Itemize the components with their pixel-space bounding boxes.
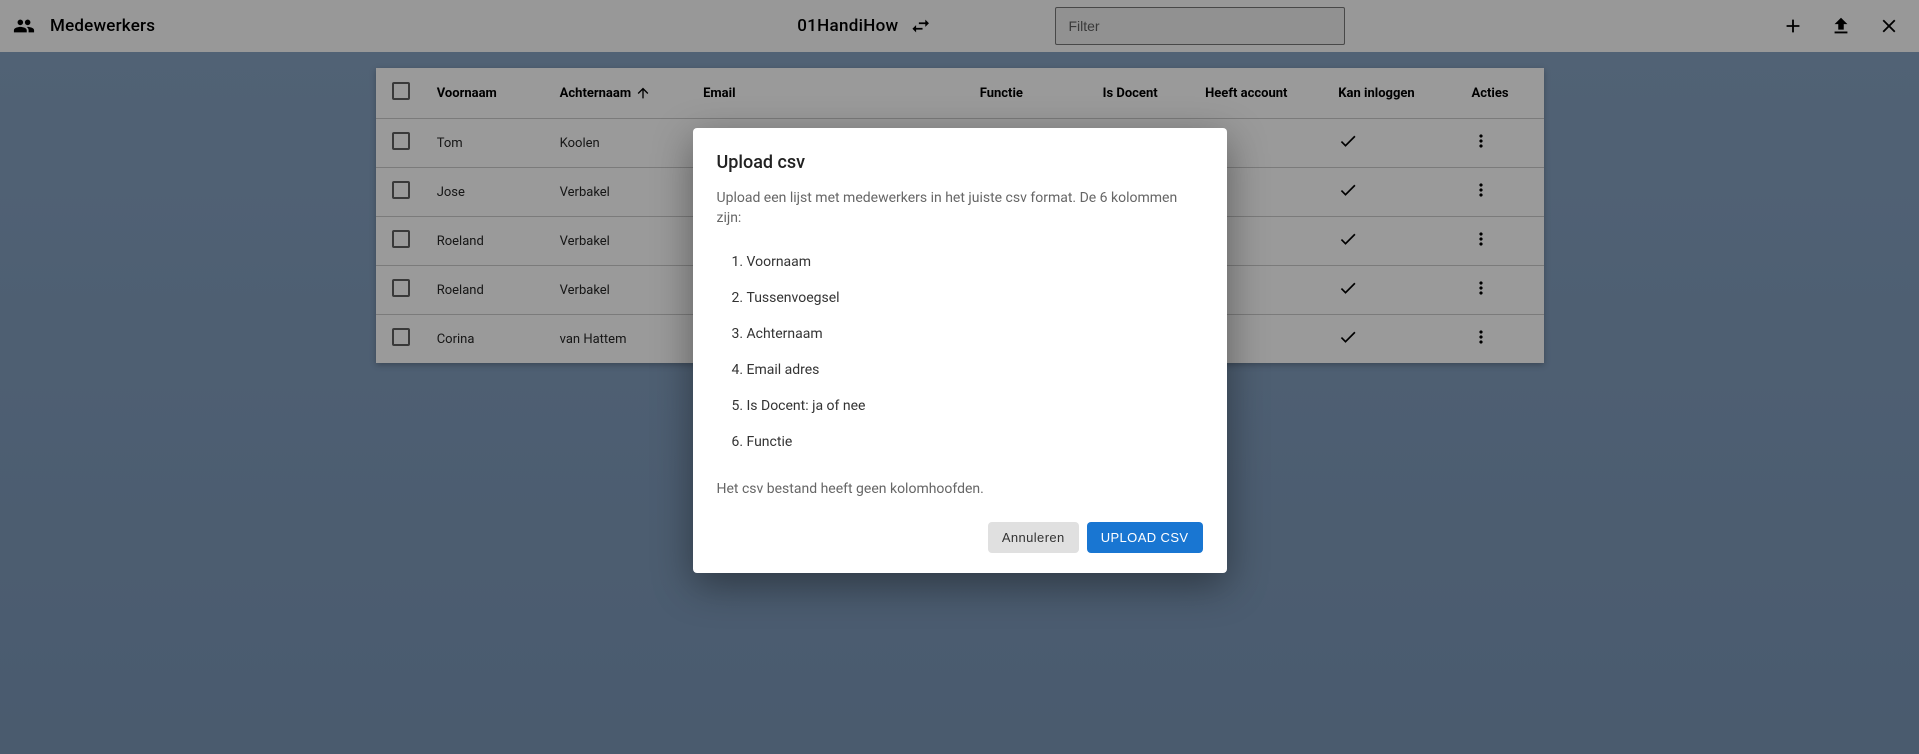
dialog-column-item: Achternaam xyxy=(747,316,1203,352)
dialog-title: Upload csv xyxy=(717,152,1203,173)
dialog-note: Het csv bestand heeft geen kolomhoofden. xyxy=(717,480,1203,500)
dialog-column-item: Functie xyxy=(747,424,1203,460)
dialog-column-item: Is Docent: ja of nee xyxy=(747,388,1203,424)
cancel-button[interactable]: Annuleren xyxy=(988,522,1079,553)
dialog-column-item: Tussenvoegsel xyxy=(747,280,1203,316)
dialog-column-item: Voornaam xyxy=(747,244,1203,280)
upload-csv-button[interactable]: UPLOAD CSV xyxy=(1087,522,1203,553)
dialog-column-list: VoornaamTussenvoegselAchternaamEmail adr… xyxy=(737,244,1203,460)
dialog-intro: Upload een lijst met medewerkers in het … xyxy=(717,189,1203,228)
upload-csv-dialog: Upload csv Upload een lijst met medewerk… xyxy=(693,128,1227,573)
dialog-column-item: Email adres xyxy=(747,352,1203,388)
